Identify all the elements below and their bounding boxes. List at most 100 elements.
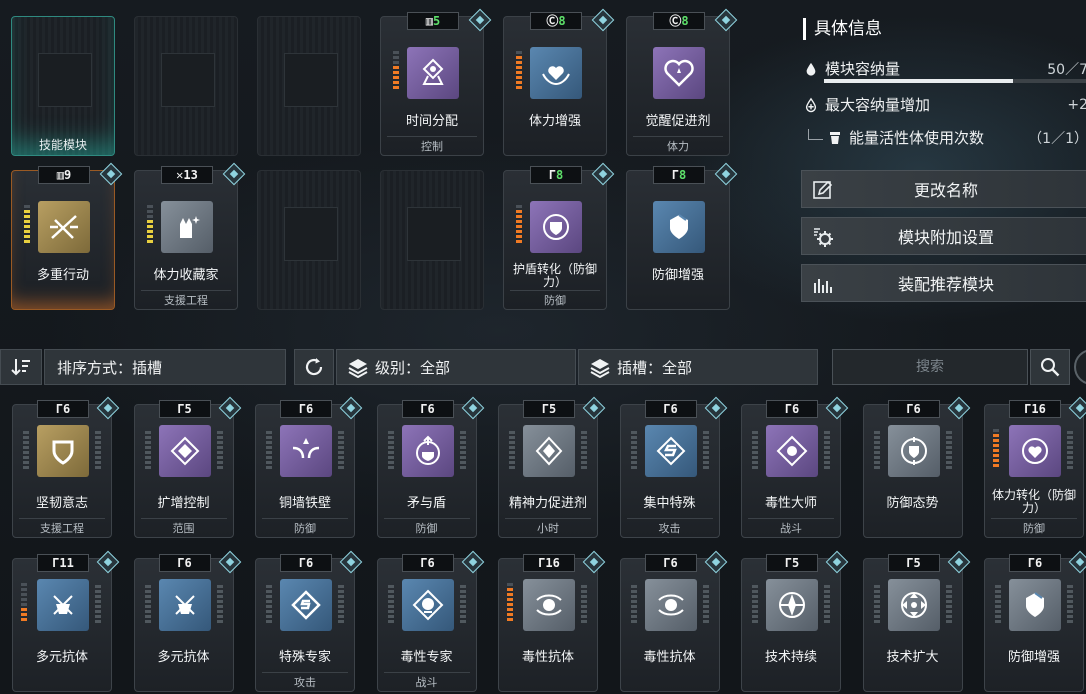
inventory-module-card[interactable]: Γ6 铜墙铁壁 防御 bbox=[255, 396, 363, 538]
rename-button[interactable]: 更改名称 bbox=[801, 170, 1086, 208]
bar-chart-icon bbox=[812, 273, 834, 295]
module-cost: Γ5 bbox=[158, 400, 211, 418]
inventory-module-card[interactable]: Γ5 技术持续 bbox=[741, 550, 849, 692]
energy-value: （1／1） bbox=[1028, 130, 1086, 147]
cost-value: 6 bbox=[670, 402, 678, 416]
card-grille bbox=[459, 585, 466, 625]
slot-label: 技能模块 bbox=[38, 138, 87, 152]
layers-icon bbox=[347, 356, 369, 378]
capacity-bar-fill bbox=[824, 79, 1013, 83]
empty-slot-chip bbox=[284, 207, 338, 261]
card-grille bbox=[338, 431, 344, 471]
inventory-module-card[interactable]: Γ5 技术扩大 bbox=[862, 550, 970, 692]
module-cost: Γ6 bbox=[280, 554, 332, 572]
inventory-module-card[interactable]: Γ16 体力转化（防御力） 防御 bbox=[984, 396, 1086, 538]
capacity-value: 50／7 bbox=[1047, 61, 1086, 78]
module-name: 毒性大师 bbox=[764, 496, 817, 511]
module-level-bars bbox=[516, 51, 522, 91]
drop-icon bbox=[803, 61, 819, 77]
module-cost: Γ6 bbox=[280, 400, 332, 418]
card-grille bbox=[873, 431, 880, 471]
empty-module-slot[interactable] bbox=[134, 16, 238, 156]
module-cost: Γ5 bbox=[887, 554, 940, 572]
module-tag: 范围 bbox=[140, 518, 227, 536]
toxic-antibody-icon bbox=[523, 579, 575, 631]
inventory-module-card[interactable]: Γ6 特殊专家 攻击 bbox=[255, 550, 363, 692]
card-grille bbox=[630, 585, 637, 625]
focus-s-icon bbox=[644, 425, 697, 477]
inventory-module-card[interactable]: Γ6 多元抗体 bbox=[133, 550, 241, 692]
inventory-module-card[interactable]: Γ6 矛与盾 防御 bbox=[376, 396, 484, 538]
inventory-module-card[interactable]: Γ11 多元抗体 bbox=[12, 550, 120, 692]
search-button[interactable] bbox=[1030, 349, 1070, 385]
cost-value: 5 bbox=[913, 556, 921, 570]
card-grille bbox=[266, 431, 272, 471]
inventory-module-card[interactable]: Γ6 集中特殊 攻击 bbox=[619, 396, 727, 538]
reset-button[interactable] bbox=[294, 349, 334, 385]
card-grille bbox=[1067, 431, 1073, 471]
hand-sparkle-icon bbox=[161, 201, 213, 253]
inventory-module-card[interactable]: Γ6 毒性大师 战斗 bbox=[741, 396, 849, 538]
module-name: 毒性专家 bbox=[400, 650, 453, 665]
empty-module-slot[interactable] bbox=[380, 170, 484, 310]
toxic-antibody-icon bbox=[644, 579, 697, 631]
cost-type-icon: Γ bbox=[548, 168, 556, 182]
recommend-modules-button[interactable]: 装配推荐模块 bbox=[801, 264, 1086, 302]
level-filter-dropdown[interactable]: 级别：全部 bbox=[336, 349, 576, 385]
cost-value: 13 bbox=[183, 168, 198, 182]
cost-type-icon: Γ bbox=[541, 402, 549, 416]
module-cost: Γ6 bbox=[644, 400, 697, 418]
module-name: 防御增强 bbox=[651, 268, 704, 283]
equipped-module-slot[interactable]: Ⓒ8 觉醒促进剂 体力 bbox=[626, 8, 738, 156]
module-name: 体力收藏家 bbox=[153, 268, 219, 283]
empty-slot-chip bbox=[38, 53, 92, 107]
equipped-module-slot[interactable]: ▥9 多重行动 bbox=[11, 162, 123, 310]
max-capacity-value: +2 bbox=[1067, 96, 1086, 113]
module-tag: 小时 bbox=[505, 518, 591, 536]
inventory-module-card[interactable]: Γ6 毒性抗体 bbox=[619, 550, 727, 692]
cost-type-icon: Γ bbox=[420, 402, 428, 416]
card-grille bbox=[338, 585, 344, 625]
module-name: 扩增控制 bbox=[157, 496, 210, 511]
module-cost: Γ11 bbox=[37, 554, 89, 572]
sort-order-button[interactable] bbox=[0, 349, 42, 385]
module-name: 护盾转化（防御力） bbox=[512, 262, 597, 289]
inventory-module-card[interactable]: Γ5 精神力促进剂 小时 bbox=[498, 396, 606, 538]
module-level-bars bbox=[24, 205, 30, 245]
inventory-module-card[interactable]: Γ6 坚韧意志 支援工程 bbox=[12, 396, 120, 538]
module-cost: Γ8 bbox=[653, 166, 705, 184]
module-level-bars bbox=[21, 583, 27, 623]
hourglass-icon bbox=[407, 47, 459, 99]
module-tag: 防御 bbox=[383, 518, 470, 536]
cost-type-icon: Γ bbox=[663, 402, 671, 416]
cost-type-icon: Ⓒ bbox=[546, 14, 559, 28]
equipped-module-slot[interactable]: Γ8 护盾转化（防御力） 防御 bbox=[503, 162, 615, 310]
inventory-module-card[interactable]: Γ6 防御态势 bbox=[862, 396, 970, 538]
search-input[interactable]: 搜索 bbox=[832, 349, 1028, 385]
empty-module-slot[interactable] bbox=[257, 170, 361, 310]
slot-filter-dropdown[interactable]: 插槽：全部 bbox=[578, 349, 818, 385]
capacity-label: 模块容纳量 bbox=[825, 60, 901, 78]
module-cost: Ⓒ8 bbox=[653, 12, 705, 30]
edit-icon bbox=[812, 179, 834, 201]
inventory-module-card[interactable]: Γ5 扩增控制范围 bbox=[133, 396, 241, 538]
equipped-module-slot[interactable]: Ⓒ8 体力增强 bbox=[503, 8, 615, 156]
empty-module-slot[interactable]: 技能模块 bbox=[11, 16, 115, 156]
card-grille bbox=[23, 431, 29, 471]
card-grille bbox=[995, 585, 1001, 625]
heart-icon bbox=[653, 47, 705, 99]
inventory-module-card[interactable]: Γ16 毒性抗体 bbox=[498, 550, 606, 692]
card-grille bbox=[459, 431, 466, 471]
inventory-module-card[interactable]: Γ6 毒性专家 战斗 bbox=[376, 550, 484, 692]
equipped-module-slot[interactable]: Γ8 防御增强 bbox=[626, 162, 738, 310]
special-expert-icon bbox=[280, 579, 332, 631]
sort-dropdown[interactable]: 排序方式：插槽 bbox=[44, 349, 286, 385]
equipped-module-slot[interactable]: ✕13 体力收藏家 支援工程 bbox=[134, 162, 246, 310]
empty-module-slot[interactable] bbox=[257, 16, 361, 156]
module-extra-settings-button[interactable]: 模块附加设置 bbox=[801, 217, 1086, 255]
card-grille bbox=[95, 431, 101, 471]
inventory-module-card[interactable]: Γ6 防御增强 bbox=[984, 550, 1086, 692]
equipped-module-slot[interactable]: ▥5 时间分配 控制 bbox=[380, 8, 492, 156]
module-level-bars bbox=[393, 51, 399, 91]
module-level-bars bbox=[147, 205, 153, 245]
